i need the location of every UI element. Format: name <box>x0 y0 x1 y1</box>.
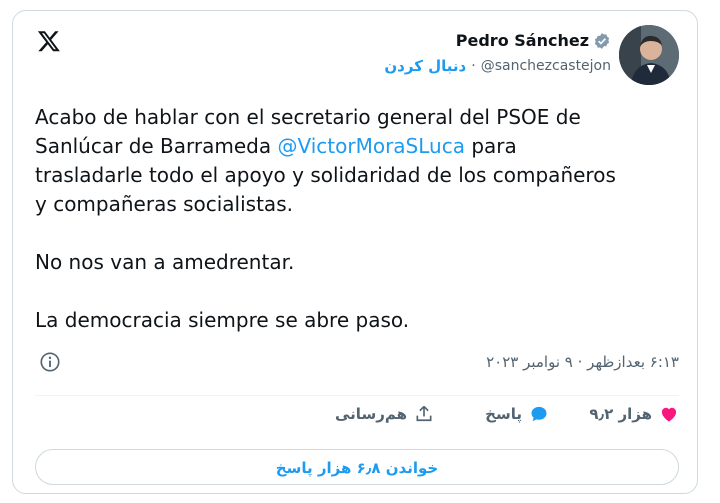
tweet-line: trasladarle todo el apoyo y solidaridad … <box>35 163 616 187</box>
reply-label: پاسخ <box>485 405 522 423</box>
avatar[interactable] <box>619 25 679 85</box>
author-block: Pedro Sánchez دنبال کردن · @sanchezcaste… <box>384 31 611 75</box>
like-count: ۹٫۲ هزار <box>589 405 652 423</box>
tweet-line: y compañeras socialistas. <box>35 192 293 216</box>
separator-dot: · <box>471 58 476 74</box>
like-button[interactable]: ۹٫۲ هزار <box>589 404 679 424</box>
heart-icon <box>661 407 677 422</box>
tweet-card: Pedro Sánchez دنبال کردن · @sanchezcaste… <box>12 10 698 494</box>
tweet-text: Acabo de hablar con el secretario genera… <box>35 103 685 335</box>
x-logo-icon[interactable] <box>37 29 61 53</box>
follow-button[interactable]: دنبال کردن <box>384 57 466 75</box>
tweet-line: Acabo de hablar con el secretario genera… <box>35 105 581 129</box>
share-icon <box>416 405 432 422</box>
author-name[interactable]: Pedro Sánchez <box>456 31 589 50</box>
divider <box>35 395 679 396</box>
meta-row: ۶:۱۳ بعدازظهر · ۹ نوامبر ۲۰۲۳ <box>35 351 679 377</box>
share-label: هم‌رسانی <box>335 405 407 423</box>
speech-bubble-icon <box>531 406 547 422</box>
tweet-paragraph: La democracia siempre se abre paso. <box>35 308 410 332</box>
share-button[interactable]: هم‌رسانی <box>335 404 434 424</box>
verified-badge-icon <box>594 32 610 49</box>
action-bar: ۹٫۲ هزار پاسخ هم‌رسانی <box>35 404 679 432</box>
tweet-line: para <box>464 134 517 158</box>
info-icon[interactable] <box>39 351 61 373</box>
tweet-line: Sanlúcar de Barrameda <box>35 134 278 158</box>
reply-button[interactable]: پاسخ <box>485 404 549 424</box>
timestamp[interactable]: ۶:۱۳ بعدازظهر · ۹ نوامبر ۲۰۲۳ <box>486 353 679 371</box>
author-handle[interactable]: @sanchezcastejon <box>481 58 611 74</box>
read-replies-button[interactable]: خواندن ۶٫۸ هزار پاسخ <box>35 449 679 485</box>
mention-link[interactable]: @VictorMoraSLuca <box>277 134 464 158</box>
tweet-paragraph: No nos van a amedrentar. <box>35 250 295 274</box>
